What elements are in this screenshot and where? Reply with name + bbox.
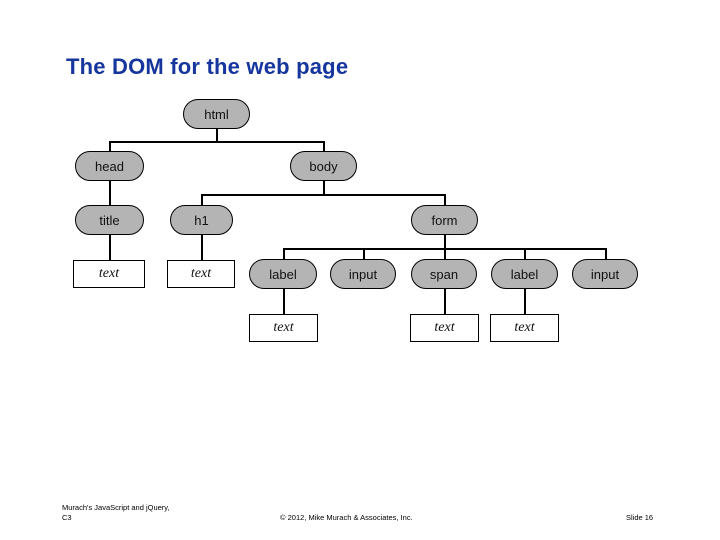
footer-slide-number: Slide 16 [626,513,654,522]
edge-head-title [109,181,111,206]
node-html-label: html [204,106,229,122]
node-input-1-label: input [348,266,378,282]
node-title-label: title [99,212,120,228]
footer-book-reference: Murach's JavaScript and jQuery, C3 [62,503,170,523]
edge-title-text [109,235,111,260]
node-label-2[interactable]: label [491,259,558,289]
node-h1-text-label: text [190,266,212,281]
edge-html-children-bar [109,141,324,143]
slide-footer: Murach's JavaScript and jQuery, C3 © 201… [0,500,720,540]
node-body[interactable]: body [290,151,357,181]
node-span-text-label: text [434,320,455,335]
edge-h1-text [201,235,203,260]
footer-copyright: © 2012, Mike Murach & Associates, Inc. [280,513,413,522]
node-span-label: span [429,266,459,282]
node-label-2-label: label [510,266,539,282]
edge-span-text [444,289,446,314]
node-body-label: body [309,158,338,174]
footer-book-title: Murach's JavaScript and jQuery, [62,503,170,512]
node-form-label: form [431,212,458,228]
footer-chapter: C3 [62,513,72,522]
node-span[interactable]: span [411,259,477,289]
node-h1[interactable]: h1 [170,205,233,235]
node-h1-label: h1 [194,212,209,228]
node-input-1[interactable]: input [330,259,396,289]
node-title-text-label: text [98,266,120,281]
node-form[interactable]: form [411,205,478,235]
slide: The DOM for the web page html head body … [0,0,720,540]
edge-form-stem [444,235,446,249]
node-label-1-text-label: text [273,320,294,335]
node-label-2-text[interactable]: text [490,314,559,342]
node-input-2[interactable]: input [572,259,638,289]
edge-body-children-bar [201,194,445,196]
node-html[interactable]: html [183,99,250,129]
node-label-1-label: label [269,266,297,282]
node-h1-text[interactable]: text [167,260,235,288]
node-head[interactable]: head [75,151,144,181]
node-label-2-text-label: text [514,320,535,335]
node-label-1[interactable]: label [249,259,317,289]
edge-label1-text [283,289,285,314]
node-span-text[interactable]: text [410,314,479,342]
edge-label2-text [524,289,526,314]
node-input-2-label: input [590,266,620,282]
node-label-1-text[interactable]: text [249,314,318,342]
node-title-text[interactable]: text [73,260,145,288]
edge-body-stem [323,181,325,195]
node-head-label: head [95,158,124,174]
node-title[interactable]: title [75,205,144,235]
dom-tree-diagram: html head body title h1 form text text l… [0,0,720,420]
